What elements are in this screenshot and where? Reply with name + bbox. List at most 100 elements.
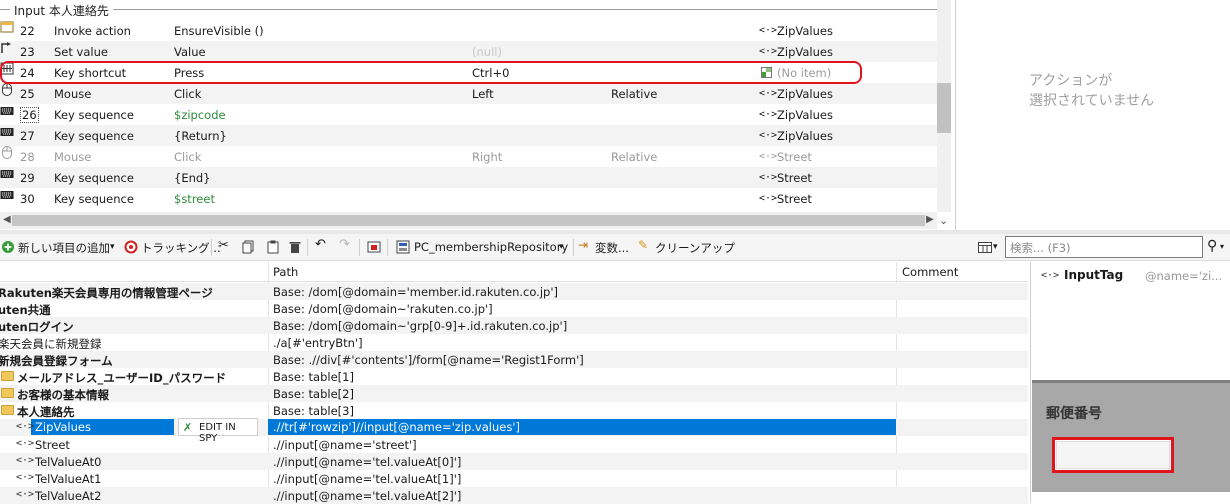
chevron-down-icon[interactable]: ▾	[993, 242, 998, 252]
action-type: Key sequence	[54, 171, 134, 185]
chevron-down-icon[interactable]: ▾	[559, 242, 564, 252]
repo-item-icon: <·>	[16, 489, 35, 500]
tree-item-label: TelValueAt2	[35, 489, 102, 503]
search-icon[interactable]: ⚲	[1207, 238, 1217, 254]
tree-row[interactable]: 楽天会員に新規登録 ./a[#'entryBtn']	[0, 334, 1028, 351]
tracking-button[interactable]: トラッキング...	[141, 240, 221, 256]
tree-row[interactable]: 本人連絡先 Base: table[3]	[0, 402, 1028, 419]
tree-row[interactable]: uten共通 Base: /dom[@domain~'rakuten.co.jp…	[0, 300, 1028, 317]
toolbar-divider	[387, 239, 388, 256]
edit-in-spy-button[interactable]: ✗ EDIT IN SPY	[178, 418, 258, 444]
preview-label: 郵便番号	[1046, 406, 1102, 422]
action-row[interactable]: 22 Invoke action EnsureVisible () <·> Zi…	[0, 20, 937, 41]
action-value: Click	[174, 87, 202, 101]
chevron-down-icon[interactable]: ▾	[110, 242, 115, 252]
repo-item-icon: <·>	[759, 109, 778, 120]
step-number: 27	[20, 129, 35, 143]
search-input[interactable]: 検索... (F3)	[1005, 236, 1203, 258]
tree-item-path: Base: table[2]	[273, 387, 354, 401]
header-comment[interactable]: Comment	[902, 265, 958, 279]
action-target: ZipValues	[777, 108, 833, 122]
action-target: Street	[777, 150, 812, 164]
keyboard-icon	[0, 107, 14, 115]
vertical-scroll-thumb[interactable]	[937, 83, 951, 133]
tree-item-path: .//input[@name='tel.valueAt[2]']	[273, 489, 462, 503]
copy-icon[interactable]	[242, 240, 256, 254]
action-type: Set value	[54, 45, 108, 59]
tree-item-label: メールアドレス_ユーザーID_パスワード	[17, 371, 227, 385]
cleanup-icon[interactable]: ✎	[638, 238, 648, 252]
folder-open-icon	[1, 405, 14, 415]
paste-icon[interactable]	[266, 240, 280, 254]
repo-item-icon: <·>	[759, 151, 778, 162]
tree-item-label: Rakuten楽天会員専用の情報管理ページ	[0, 286, 213, 300]
action-row[interactable]: 26 Key sequence $zipcode <·> ZipValues	[0, 104, 937, 125]
variables-icon[interactable]: ⇥	[578, 238, 588, 252]
cut-icon[interactable]: ✂	[218, 238, 229, 253]
repository-icon[interactable]	[396, 240, 410, 254]
tree-item-label: utenログイン	[0, 320, 74, 334]
cleanup-button[interactable]: クリーンアップ	[655, 240, 735, 256]
tree-row[interactable]: お客様の基本情報 Base: table[2]	[0, 385, 1028, 402]
tree-row[interactable]: Rakuten楽天会員専用の情報管理ページ Base: /dom[@domain…	[0, 283, 1028, 300]
mouse-icon	[2, 146, 12, 159]
step-number: 23	[20, 45, 35, 59]
variables-button[interactable]: 変数...	[595, 240, 629, 256]
action-row[interactable]: 30 Key sequence $street <·> Street	[0, 188, 937, 209]
tree-item-label: お客様の基本情報	[17, 388, 109, 402]
tree-row[interactable]: <·> Street .//input[@name='street']	[0, 436, 1028, 453]
header-path[interactable]: Path	[273, 265, 298, 279]
search-placeholder: 検索... (F3)	[1010, 241, 1071, 255]
preview-input-field	[1056, 441, 1170, 469]
tree-row[interactable]: <·> TelValueAt0 .//input[@name='tel.valu…	[0, 453, 1028, 470]
action-row[interactable]: 29 Key sequence {End} <·> Street	[0, 167, 937, 188]
action-value: {End}	[174, 171, 211, 185]
tree-item-path: Base: /dom[@domain~'grp[0-9]+.id.rakuten…	[273, 319, 568, 333]
action-row[interactable]: 27 Key sequence {Return} <·> ZipValues	[0, 125, 937, 146]
horizontal-scroll-thumb[interactable]	[12, 215, 925, 226]
chevron-down-icon[interactable]: ▾	[1220, 242, 1224, 251]
repo-item-icon: <·>	[16, 421, 35, 432]
action-row[interactable]: 25 Mouse Click Left Relative <·> ZipValu…	[0, 83, 937, 104]
scroll-left-icon[interactable]: ◀	[3, 214, 11, 225]
toolbar-divider	[307, 239, 308, 256]
tree-item-path: .//input[@name='tel.valueAt[0]']	[273, 455, 462, 469]
message-line: アクションが	[1029, 73, 1113, 89]
action-row[interactable]: 23 Set value Value (null) <·> ZipValues	[0, 41, 937, 62]
tree-row[interactable]: 新規会員登録フォーム Base: .//div[#'contents']/for…	[0, 351, 1028, 368]
message-line: 選択されていません	[1029, 93, 1155, 109]
tree-row[interactable]: utenログイン Base: /dom[@domain~'grp[0-9]+.i…	[0, 317, 1028, 334]
tree-row[interactable]: <·> TelValueAt2 .//input[@name='tel.valu…	[0, 487, 1028, 504]
tree-item-label: TelValueAt0	[35, 455, 102, 469]
repository-selector[interactable]: PC_membershipRepository	[414, 240, 568, 254]
screenshot-icon[interactable]	[367, 240, 381, 254]
action-target: ZipValues	[777, 45, 833, 59]
step-number: 25	[20, 87, 35, 101]
repo-item-icon: <·>	[759, 46, 778, 57]
action-value: EnsureVisible ()	[174, 24, 264, 38]
scroll-right-icon[interactable]: ▶	[926, 214, 934, 225]
step-number: 26	[20, 107, 39, 123]
tree-item-path: Base: /dom[@domain='member.id.rakuten.co…	[273, 285, 558, 299]
tree-item-label: 本人連絡先	[17, 405, 75, 419]
repo-item-icon: <·>	[16, 438, 35, 449]
action-row-disabled[interactable]: 28 Mouse Click Right Relative <·> Street	[0, 146, 937, 167]
add-new-item-button[interactable]: 新しい項目の追加	[18, 240, 110, 256]
action-type: Key sequence	[54, 192, 134, 206]
tree-row[interactable]: メールアドレス_ユーザーID_パスワード Base: table[1]	[0, 368, 1028, 385]
tree-row[interactable]: <·> TelValueAt1 .//input[@name='tel.valu…	[0, 470, 1028, 487]
tracking-icon[interactable]	[124, 240, 138, 254]
delete-icon[interactable]	[288, 240, 302, 254]
action-value: $street	[174, 192, 215, 206]
folder-icon	[1, 388, 14, 398]
action-param2: Relative	[611, 87, 658, 101]
tree-item-path: .//input[@name='street']	[273, 438, 417, 452]
add-icon[interactable]	[1, 240, 15, 254]
tree-item-path: Base: table[3]	[273, 404, 354, 418]
action-type: Key sequence	[54, 129, 134, 143]
undo-icon[interactable]: ↶	[315, 237, 326, 252]
repository-table-header: Path Comment	[0, 262, 1028, 282]
view-options-icon[interactable]	[978, 242, 992, 256]
action-param: Left	[472, 87, 494, 101]
scroll-down-icon[interactable]: ⌄	[939, 214, 948, 227]
